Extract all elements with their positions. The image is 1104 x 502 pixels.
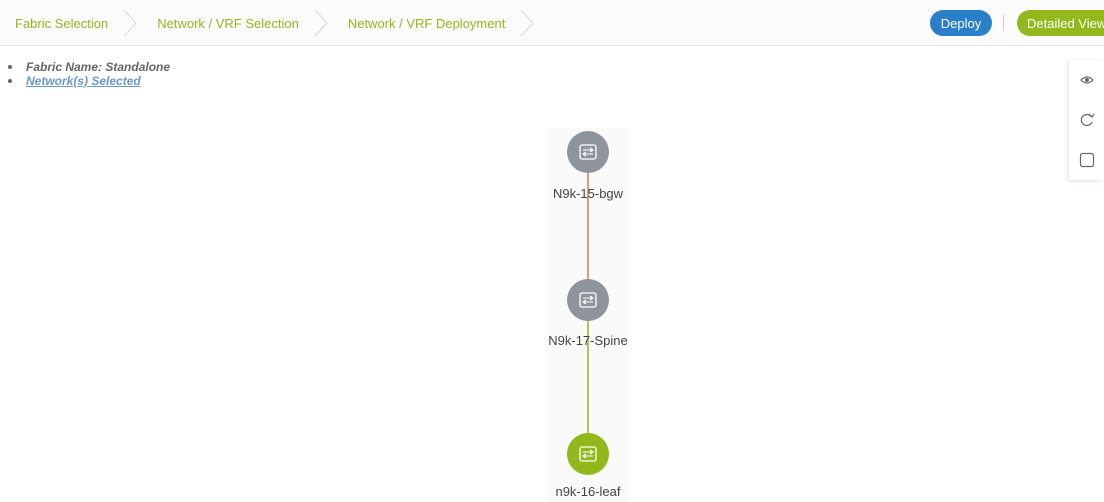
step-network-vrf-deployment[interactable]: Network / VRF Deployment <box>333 0 540 46</box>
node-n9k-16-leaf[interactable] <box>567 433 609 475</box>
chevron-right-icon <box>120 8 142 38</box>
node-label: N9k-15-bgw <box>552 186 624 201</box>
step-label: Network / VRF Deployment <box>347 15 506 31</box>
step-label: Network / VRF Selection <box>157 15 299 31</box>
chevron-right-icon <box>517 8 539 38</box>
node-circle <box>567 279 609 321</box>
detailed-view-button[interactable]: Detailed View <box>1017 10 1104 36</box>
node-circle <box>567 433 609 475</box>
node-label: N9k-17-Spine <box>548 333 628 348</box>
wizard-bar: Fabric Selection Network / VRF Selection… <box>0 0 1104 46</box>
node-n9k-15-bgw[interactable] <box>567 131 609 173</box>
step-label: Fabric Selection <box>15 15 109 31</box>
node-circle <box>567 131 609 173</box>
divider <box>1003 15 1004 31</box>
step-network-vrf-selection[interactable]: Network / VRF Selection <box>142 0 333 46</box>
deploy-button[interactable]: Deploy <box>930 10 992 36</box>
breadcrumb: Fabric Selection Network / VRF Selection… <box>0 0 539 46</box>
node-label: n9k-16-leaf <box>555 484 621 499</box>
topology-graph <box>567 131 609 475</box>
node-n9k-17-spine[interactable] <box>567 279 609 321</box>
chevron-right-icon <box>311 8 333 38</box>
step-fabric-selection[interactable]: Fabric Selection <box>0 0 142 46</box>
